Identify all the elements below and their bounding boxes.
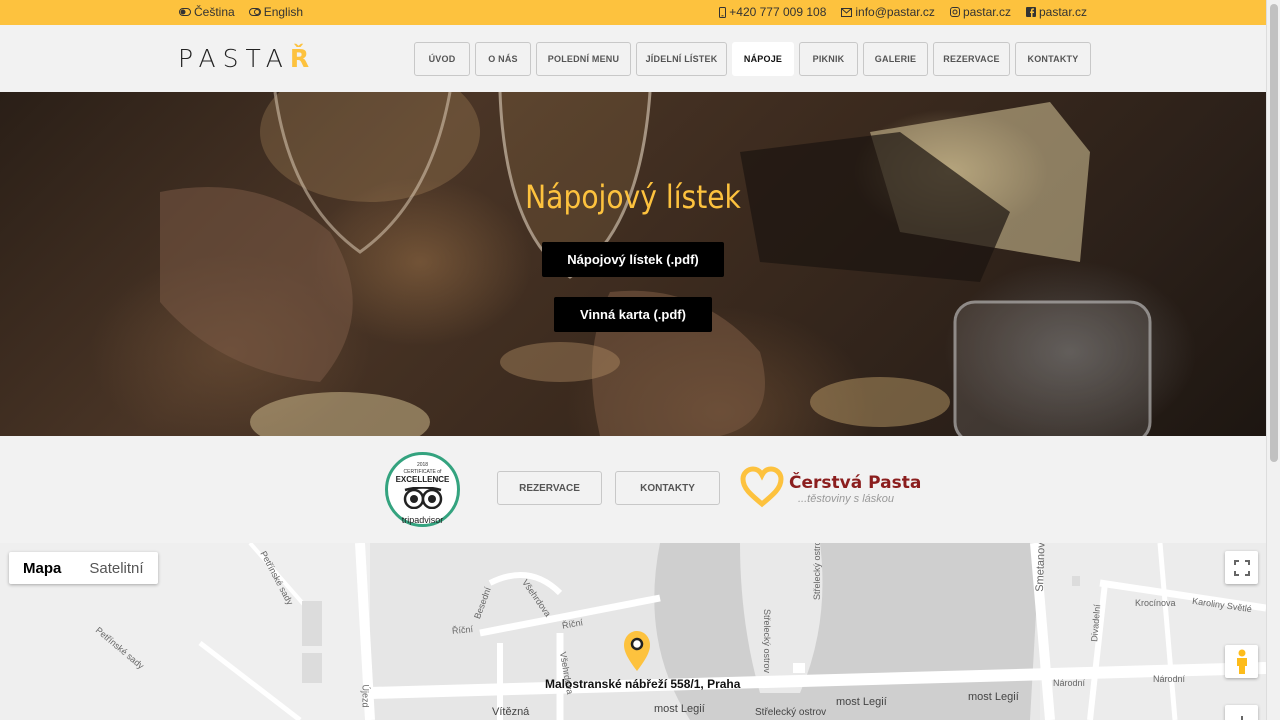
map-label-most-legii-2: most Legií (836, 696, 887, 708)
email-link[interactable]: info@pastar.cz (841, 5, 935, 19)
page-scrollbar[interactable] (1266, 0, 1280, 720)
pegman-icon (1236, 649, 1247, 674)
scrollbar-thumb[interactable] (1270, 4, 1278, 462)
hero-title: Nápojový lístek (525, 178, 741, 216)
lang-cs-label: Čeština (194, 5, 235, 19)
site-logo[interactable]: PASTAŘ (178, 44, 316, 73)
street-view-pegman-button[interactable] (1225, 645, 1258, 678)
ta-year: 2018 (416, 462, 429, 468)
fullscreen-button[interactable] (1225, 551, 1258, 584)
drinks-menu-pdf-button[interactable]: Nápojový lístek (.pdf) (542, 242, 724, 277)
tripadvisor-certificate-badge[interactable]: 2018 CERTIFICATE of EXCELLENCE tripadvis… (385, 452, 460, 527)
map-label-ujezd: Újezd (360, 684, 371, 708)
reservation-button[interactable]: REZERVACE (497, 471, 602, 505)
wine-list-pdf-button[interactable]: Vinná karta (.pdf) (554, 297, 712, 332)
nav-kontakty[interactable]: KONTAKTY (1015, 42, 1091, 76)
nav-poledni-menu[interactable]: POLEDNÍ MENU (536, 42, 631, 76)
badges-row: 2018 CERTIFICATE of EXCELLENCE tripadvis… (0, 436, 1266, 543)
google-map[interactable]: Petřínské sady Petřínské sady Besední Vš… (0, 543, 1266, 720)
map-marker-address: Malostranské nábřeží 558/1, Praha (545, 677, 741, 691)
nav-o-nas[interactable]: O NÁS (475, 42, 531, 76)
main-nav: ÚVOD O NÁS POLEDNÍ MENU JÍDELNÍ LÍSTEK N… (414, 42, 1091, 76)
nav-napoje[interactable]: NÁPOJE (732, 42, 794, 76)
map-label-strelecky-2: Střelecký ostrov (762, 608, 773, 674)
nav-galerie[interactable]: GALERIE (863, 42, 928, 76)
map-label-ricni-1: Říční (451, 624, 474, 636)
map-type-map-button[interactable]: Mapa (9, 552, 75, 584)
phone-link[interactable]: +420 777 009 108 (719, 5, 826, 19)
map-label-narodni-2: Národní (1153, 674, 1186, 684)
cerstva-pasta-title: Čerstvá Pasta (789, 473, 922, 493)
fullscreen-icon (1233, 559, 1250, 576)
contacts-button[interactable]: KONTAKTY (615, 471, 720, 505)
phone-icon (719, 6, 727, 18)
tripadvisor-owl-icon (403, 487, 443, 509)
map-label-vitezna: Vítězná (492, 706, 530, 718)
hero-banner: Nápojový lístek Nápojový lístek (.pdf) V… (0, 92, 1266, 436)
instagram-icon (949, 7, 960, 17)
cerstva-pasta-tagline: ...těstoviny s láskou (798, 493, 894, 505)
heart-logo-icon (740, 466, 784, 508)
nav-jidelni-listek[interactable]: JÍDELNÍ LÍSTEK (636, 42, 727, 76)
facebook-handle: pastar.cz (1038, 5, 1087, 19)
zoom-in-button[interactable] (1225, 705, 1258, 720)
ta-excellence-text: EXCELLENCE (395, 475, 450, 484)
map-label-smetanovo: Smetanovo (1033, 543, 1048, 593)
map-label-most-legii-1: most Legií (654, 703, 705, 715)
map-label-strelecky-3: Střelecký ostrov (755, 707, 827, 718)
map-label-most-legii-3: most Legií (968, 691, 1019, 703)
map-label-strelecky-1: Střelecký ostrov (812, 543, 823, 601)
map-type-control: Mapa Satelitní (9, 552, 158, 584)
map-type-satellite-button[interactable]: Satelitní (75, 552, 157, 584)
nav-uvod[interactable]: ÚVOD (414, 42, 470, 76)
map-label-narodni-1: Národní (1053, 678, 1086, 688)
map-tiles (0, 543, 1266, 720)
top-bar: Čeština English +420 777 009 108 info@pa… (0, 0, 1266, 25)
instagram-link[interactable]: pastar.cz (949, 5, 1011, 19)
lang-en-link[interactable]: English (248, 5, 304, 19)
facebook-link[interactable]: pastar.cz (1025, 5, 1087, 19)
facebook-icon (1025, 7, 1036, 17)
site-header: PASTAŘ ÚVOD O NÁS POLEDNÍ MENU JÍDELNÍ L… (0, 25, 1266, 92)
toggle-on-icon (179, 8, 191, 16)
instagram-handle: pastar.cz (962, 5, 1011, 19)
nav-rezervace[interactable]: REZERVACE (933, 42, 1010, 76)
toggle-off-icon (248, 8, 261, 16)
ta-brand: tripadvisor (401, 515, 444, 525)
plus-icon (1240, 715, 1243, 720)
logo-text: PASTA (178, 44, 290, 73)
map-label-krocinova: Krocínova (1135, 598, 1176, 608)
logo-accent: Ř (289, 44, 317, 73)
nav-piknik[interactable]: PIKNIK (799, 42, 858, 76)
lang-en-label: English (263, 5, 304, 19)
email-address: info@pastar.cz (855, 5, 935, 19)
lang-cs-link[interactable]: Čeština (179, 5, 235, 19)
envelope-icon (841, 7, 853, 17)
phone-number: +420 777 009 108 (729, 5, 827, 19)
